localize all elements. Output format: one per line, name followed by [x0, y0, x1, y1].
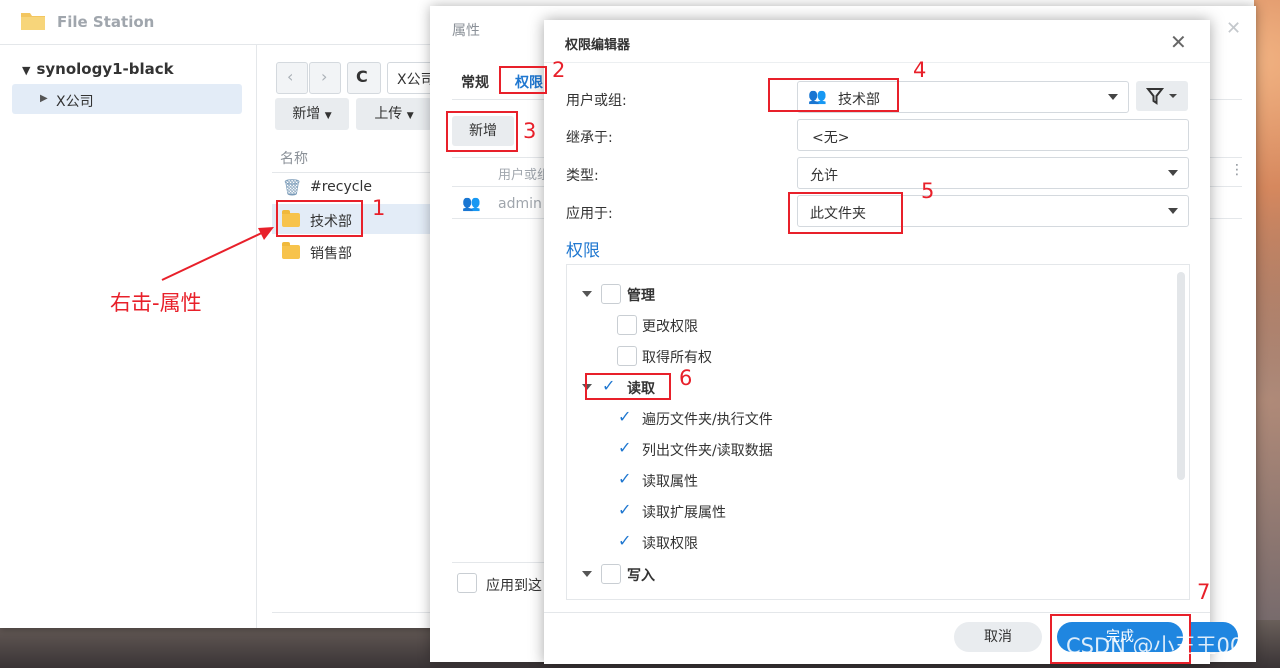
path-value: X公司: [397, 72, 435, 88]
caret-down-icon: ▼: [324, 111, 332, 121]
new-dropdown-button[interactable]: 新增 ▼: [275, 98, 349, 130]
permission-label: 读取扩展属性: [642, 505, 726, 521]
tree-root-label: synology1-black: [36, 60, 174, 78]
apply-to-subfolders-checkbox[interactable]: [457, 573, 477, 593]
file-name: #recycle: [310, 179, 372, 195]
properties-title: 属性: [452, 23, 480, 39]
filter-icon: [1145, 88, 1177, 105]
check-icon[interactable]: ✓: [618, 440, 631, 456]
chevron-right-icon: ›: [321, 67, 328, 86]
title-divider: [544, 62, 1210, 63]
permission-group-label: 管理: [627, 288, 655, 304]
file-station-title: File Station: [57, 13, 155, 31]
file-row-sales-dept[interactable]: 销售部: [272, 236, 442, 266]
collapse-icon[interactable]: [582, 571, 592, 577]
annotation-number: 4: [913, 58, 927, 82]
chevron-left-icon: ‹: [287, 67, 294, 86]
back-button[interactable]: ‹: [276, 62, 308, 94]
check-icon[interactable]: ✓: [618, 409, 631, 425]
apply-to-label: 应用于:: [566, 206, 613, 222]
upload-label: 上传: [374, 106, 403, 122]
check-icon[interactable]: ✓: [618, 502, 631, 518]
annotation-number: 1: [372, 196, 386, 220]
annotation-note: 右击-属性: [110, 291, 202, 315]
watermark: CSDN @小王王007: [1066, 634, 1257, 658]
annotation-box: [768, 78, 899, 112]
check-icon[interactable]: ✓: [618, 533, 631, 549]
forward-button[interactable]: ›: [309, 62, 341, 94]
column-user-or-group[interactable]: 用户或组: [498, 164, 550, 183]
annotation-arrow-icon: [161, 227, 274, 281]
annotation-box: [446, 111, 518, 152]
scrollbar[interactable]: [1177, 272, 1185, 480]
annotation-box: [585, 373, 671, 400]
permission-checkbox[interactable]: [617, 315, 637, 335]
permission-checkbox[interactable]: [617, 346, 637, 366]
folder-icon: [282, 242, 300, 259]
permission-label: 列出文件夹/读取数据: [642, 443, 773, 459]
type-select[interactable]: 允许: [797, 157, 1189, 189]
tree-expand-icon[interactable]: ▼: [22, 64, 30, 77]
file-station-sidebar: [0, 45, 257, 628]
type-label: 类型:: [566, 168, 599, 184]
annotation-number: 6: [679, 366, 693, 390]
caret-down-icon: [1168, 208, 1178, 214]
tree-collapse-icon[interactable]: ▶: [40, 93, 48, 104]
file-row-recycle[interactable]: 🗑 #recycle: [272, 173, 442, 203]
new-label: 新增: [292, 106, 321, 122]
refresh-button[interactable]: C: [347, 62, 381, 94]
filter-button[interactable]: [1136, 81, 1188, 111]
close-icon[interactable]: ✕: [1170, 30, 1187, 54]
annotation-number: 7: [1197, 580, 1211, 604]
inherit-value: <无>: [812, 130, 850, 146]
annotation-box: [499, 66, 547, 94]
divider: [452, 562, 544, 563]
annotation-number: 5: [921, 179, 935, 203]
tree-item-label: X公司: [56, 94, 94, 110]
tab-general[interactable]: 常规: [461, 72, 489, 92]
permissions-section-title: 权限: [566, 241, 600, 261]
inherit-label: 继承于:: [566, 130, 613, 146]
upload-dropdown-button[interactable]: 上传 ▼: [356, 98, 432, 130]
caret-down-icon: [1108, 94, 1118, 100]
divider: [272, 612, 432, 613]
caret-down-icon: ▼: [406, 111, 414, 121]
permission-label: 遍历文件夹/执行文件: [642, 412, 773, 428]
permission-row-user[interactable]: admin: [498, 196, 542, 212]
column-menu-icon[interactable]: ⋮: [1230, 162, 1244, 178]
name-column-header[interactable]: 名称: [280, 148, 308, 168]
tree-root[interactable]: ▼ synology1-black: [22, 60, 174, 78]
refresh-icon: C: [356, 67, 368, 86]
permission-label: 读取权限: [642, 536, 698, 552]
annotation-number: 2: [552, 58, 566, 82]
annotation-box: [276, 200, 363, 237]
user-group-icon: 👥: [462, 194, 481, 212]
permission-label: 取得所有权: [642, 350, 712, 366]
permission-editor-title: 权限编辑器: [565, 38, 631, 53]
collapse-icon[interactable]: [582, 291, 592, 297]
type-value: 允许: [810, 168, 838, 184]
caret-down-icon: [1168, 170, 1178, 176]
properties-close-icon[interactable]: ✕: [1226, 18, 1241, 39]
cancel-button[interactable]: 取消: [954, 622, 1042, 652]
file-station-logo-icon: [20, 9, 46, 31]
footer-divider: [544, 612, 1210, 613]
permission-label: 更改权限: [642, 319, 698, 335]
permission-group-checkbox[interactable]: [601, 564, 621, 584]
permission-label: 读取属性: [642, 474, 698, 490]
check-icon[interactable]: ✓: [618, 471, 631, 487]
annotation-box: [788, 192, 903, 234]
user-or-group-label: 用户或组:: [566, 93, 627, 109]
apply-to-label: 应用到这: [486, 578, 542, 594]
file-name: 销售部: [310, 246, 352, 262]
annotation-number: 3: [523, 119, 537, 143]
inherit-field: <无>: [797, 119, 1189, 151]
permission-group-checkbox[interactable]: [601, 284, 621, 304]
trash-icon: 🗑: [282, 178, 303, 197]
permission-group-label: 写入: [627, 568, 655, 584]
